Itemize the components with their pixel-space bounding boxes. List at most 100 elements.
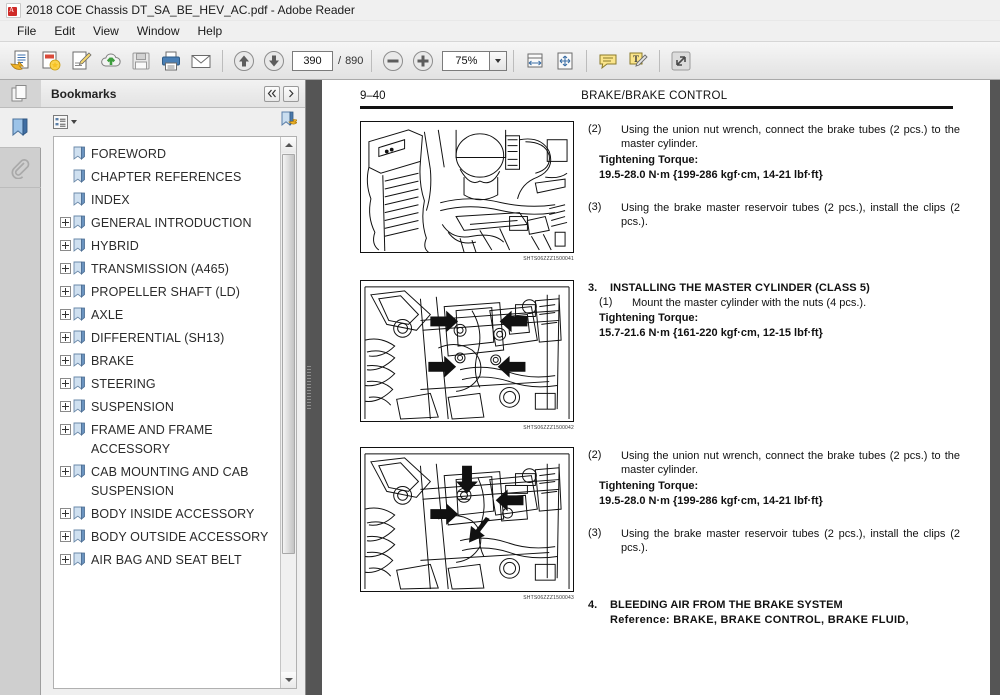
section-heading: 4. BLEEDING AIR FROM THE BRAKE SYSTEM [588,599,960,611]
expand-plus-icon[interactable] [60,332,71,343]
scroll-down-button[interactable] [281,672,296,688]
bookmark-item-frame-and-frame-accessory[interactable]: FRAME AND FRAME ACCESSORY [54,419,280,461]
plus-circle-icon[interactable] [408,46,438,76]
figure-caption: SHTS06ZZZ1500043 [523,594,574,601]
edit-pencil-page-icon[interactable] [66,46,96,76]
new-bookmark-button[interactable] [280,111,299,133]
bookmark-label: CHAPTER REFERENCES [91,170,242,184]
bookmark-icon [73,169,86,184]
torque-label: Tightening Torque: [599,312,699,324]
expand-plus-icon[interactable] [60,424,71,435]
chevron-right-icon [289,89,294,98]
page-thumbnails-button[interactable] [0,80,41,108]
bookmark-item-hybrid[interactable]: HYBRID [54,235,280,258]
expand-plus-icon[interactable] [60,240,71,251]
bookmark-label: FRAME AND FRAME ACCESSORY [91,423,213,456]
page-number-input[interactable]: 390 [292,50,333,71]
menu-view[interactable]: View [84,22,128,40]
expand-panel-button[interactable] [283,85,299,102]
step-text: Using the union nut wrench, connect the … [621,449,960,477]
bookmark-item-suspension[interactable]: SUSPENSION [54,396,280,419]
down-arrow-icon[interactable] [259,46,289,76]
expand-plus-icon[interactable] [60,508,71,519]
caret-up-icon [284,143,293,147]
figure-column-3: SHTS06ZZZ1500043 [360,446,574,627]
envelope-icon[interactable] [186,46,216,76]
bookmark-label: HYBRID [91,239,139,253]
toolbar-separator-5 [659,49,661,72]
toolbar-separator-2 [371,49,373,72]
fit-page-icon[interactable] [550,46,580,76]
expand-plus-icon[interactable] [60,355,71,366]
bookmark-item-differential-sh13[interactable]: DIFFERENTIAL (SH13) [54,327,280,350]
step-text: Mount the master cylinder with the nuts … [632,296,867,309]
expand-plus-icon[interactable] [60,286,71,297]
text-column-1: (2) Using the union nut wrench, connect … [588,121,960,262]
menu-edit[interactable]: Edit [45,22,84,40]
menu-file[interactable]: File [8,22,45,40]
speech-bubble-icon[interactable] [593,46,623,76]
bookmark-label: TRANSMISSION (A465) [91,262,230,276]
bookmark-options-button[interactable] [51,113,79,131]
fit-width-icon[interactable] [520,46,550,76]
floppy-save-icon[interactable] [126,46,156,76]
bookmark-item-transmission-a465[interactable]: TRANSMISSION (A465) [54,258,280,281]
expand-arrows-icon[interactable] [666,46,696,76]
bookmark-item-body-inside-accessory[interactable]: BODY INSIDE ACCESSORY [54,503,280,526]
bookmark-item-general-introduction[interactable]: GENERAL INTRODUCTION [54,212,280,235]
bookmark-icon [73,261,86,276]
expand-plus-icon[interactable] [60,401,71,412]
zoom-level-input[interactable]: 75% [442,50,490,71]
document-viewer[interactable]: 9–40 BRAKE/BRAKE CONTROL SHTS06ZZZ150004… [312,80,1000,695]
torque-value: 15.7-21.6 N·m {161-220 kgf·cm, 12-15 lbf… [599,327,823,339]
open-folder-page-icon[interactable] [6,46,36,76]
bookmark-icon [73,238,86,253]
reference-text: Reference: BRAKE, BRAKE CONTROL, BRAKE F… [610,613,909,626]
bookmark-label: BRAKE [91,354,134,368]
create-pdf-icon[interactable] [36,46,66,76]
bookmark-item-propeller-shaft-ld[interactable]: PROPELLER SHAFT (LD) [54,281,280,304]
bookmark-item-steering[interactable]: STEERING [54,373,280,396]
bookmark-item-air-bag-and-seat-belt[interactable]: AIR BAG AND SEAT BELT [54,549,280,572]
expand-plus-icon[interactable] [60,309,71,320]
menu-help[interactable]: Help [189,22,232,40]
attachments-button[interactable] [0,148,41,188]
bookmark-item-axle[interactable]: AXLE [54,304,280,327]
text-column-3: (2) Using the union nut wrench, connect … [588,447,960,627]
menu-window[interactable]: Window [128,22,189,40]
scroll-up-button[interactable] [281,137,296,153]
chevron-down-icon [71,120,77,124]
bookmark-label: STEERING [91,377,156,391]
bookmark-item-body-outside-accessory[interactable]: BODY OUTSIDE ACCESSORY [54,526,280,549]
expand-plus-icon[interactable] [60,263,71,274]
up-arrow-icon[interactable] [229,46,259,76]
expand-plus-icon[interactable] [60,466,71,477]
bookmark-label: AXLE [91,308,124,322]
expand-plus-icon[interactable] [60,378,71,389]
expand-plus-icon[interactable] [60,531,71,542]
bookmark-label: PROPELLER SHAFT (LD) [91,285,241,299]
figure-brake-tubes [360,446,574,592]
bookmark-item-index[interactable]: INDEX [54,189,280,212]
cloud-upload-icon[interactable] [96,46,126,76]
bookmark-item-foreword[interactable]: FOREWORD [54,143,280,166]
chevron-down-icon [495,58,502,63]
bookmark-item-cab-mounting-and-cab-suspension[interactable]: CAB MOUNTING AND CAB SUSPENSION [54,461,280,503]
zoom-dropdown-button[interactable] [489,50,508,71]
expand-plus-icon[interactable] [60,217,71,228]
minus-circle-icon[interactable] [378,46,408,76]
bookmarks-button[interactable] [0,108,41,148]
step-number: (1) [599,295,613,308]
printer-icon[interactable] [156,46,186,76]
pages-icon [11,84,27,101]
expand-plus-icon[interactable] [60,554,71,565]
scrollbar-thumb[interactable] [282,154,295,554]
highlight-text-icon[interactable]: T [623,46,653,76]
bookmark-item-brake[interactable]: BRAKE [54,350,280,373]
collapse-panel-button[interactable] [264,85,280,102]
step-text: Using the brake master reservoir tubes (… [621,527,960,555]
bookmarks-scrollbar[interactable] [280,137,296,688]
document-page-number: 9–40 [360,90,386,102]
figure-column-1: SHTS06ZZZ1500041 [360,120,574,262]
bookmark-item-chapter-references[interactable]: CHAPTER REFERENCES [54,166,280,189]
